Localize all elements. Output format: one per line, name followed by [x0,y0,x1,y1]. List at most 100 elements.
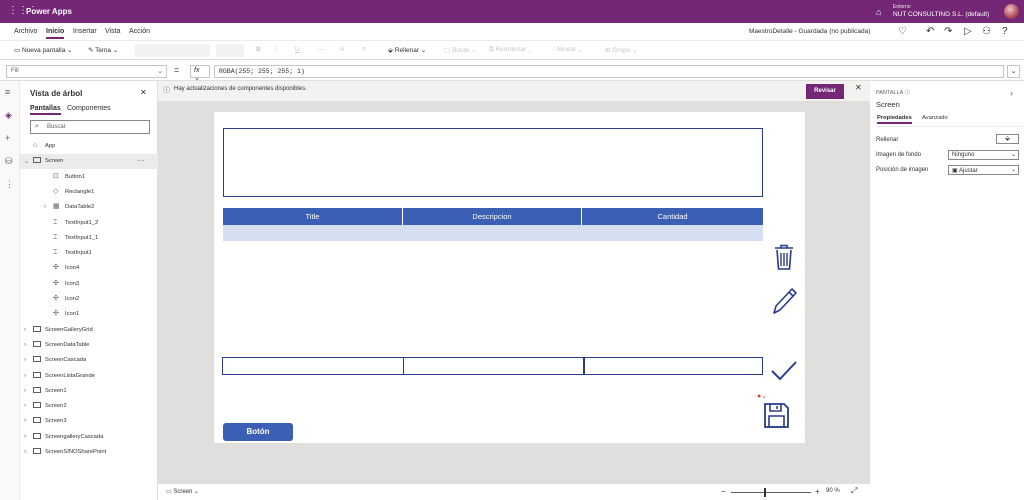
font-color-icon[interactable]: A [340,46,344,53]
tree-node[interactable]: ✣ Icon1 [20,307,158,322]
menu-archivo[interactable]: Archivo [14,28,37,35]
textinput1-1[interactable] [403,357,584,375]
chevron-right-icon[interactable]: › [24,342,26,348]
datatable-header[interactable]: Title Descripcion Cantidad [223,208,763,225]
tree-node[interactable]: ⌂ App [20,139,158,154]
property-dropdown[interactable]: Fill ⌄ [6,65,167,78]
tree-node[interactable]: ⊡ Button1 [20,170,158,185]
trash-icon[interactable] [773,244,795,271]
redo-icon[interactable]: ↷ [944,26,952,37]
zoom-in-icon[interactable]: + [815,487,820,496]
search-input[interactable]: ⌕ Buscar [30,120,150,134]
new-screen-button[interactable]: ▭ Nueva pantalla ⌄ [14,46,73,54]
button1[interactable]: Botón [223,423,293,441]
tree-node[interactable]: ⌶ TextInput1_2 [20,216,158,231]
textinput1-2[interactable] [584,357,763,375]
tab-propiedades[interactable]: Propiedades [877,115,912,124]
expand-formula-icon[interactable]: ⌄ [1007,65,1020,78]
app-screen[interactable]: Title Descripcion Cantidad ●⌄ Botón [214,112,805,443]
fill-button[interactable]: ⬙ Rellenar ⌄ [388,46,426,54]
chevron-down-icon[interactable]: ⌄ [24,158,29,165]
tree-node[interactable]: › ScreenListaGrande [20,369,158,384]
collapse-panel-icon[interactable]: › [1010,88,1013,98]
fit-to-window-icon[interactable]: ⤢ [851,486,857,496]
tree-node[interactable]: ✣ Icon2 [20,292,158,307]
chevron-right-icon[interactable]: › [24,418,26,424]
tree-node[interactable]: › Screen3 [20,414,158,429]
tree-node[interactable]: ✣ Icon4 [20,261,158,276]
review-button[interactable]: Revisar [806,84,844,99]
tree-node[interactable]: ⌶ TextInput1 [20,246,158,261]
app-checker-icon[interactable]: ♡ [898,26,907,37]
underline-icon[interactable]: U [295,46,300,53]
textinput1[interactable] [222,357,405,375]
tree-node[interactable]: › ScreenDataTable [20,338,158,353]
group-button[interactable]: ⊞ Grupo ⌄ [605,46,638,54]
tree-node[interactable]: › ScreenCascada [20,353,158,368]
tree-view-icon[interactable]: ◈ [5,110,12,121]
edit-icon[interactable] [771,286,799,316]
tree-node[interactable]: › ▦ DataTable2 [20,200,158,215]
tab-componentes[interactable]: Componentes [67,105,111,112]
help-icon[interactable]: ? [1002,26,1008,37]
rectangle1[interactable] [223,128,763,197]
data-icon[interactable]: ⛁ [5,156,13,167]
tree-node[interactable]: › Screen2 [20,399,158,414]
chevron-right-icon[interactable]: › [24,357,26,363]
tree-node[interactable]: › ScreenGalleryGrid [20,323,158,338]
formula-input[interactable]: RGBA(255; 255; 255; 1) [214,65,1004,78]
tab-pantallas[interactable]: Pantallas [30,105,61,115]
tree-node[interactable]: › ScreengalleryCascada [20,430,158,445]
zoom-slider-thumb[interactable] [764,488,766,497]
bg-image-dropdown[interactable]: Ninguno ⌄ [948,150,1019,160]
theme-button[interactable]: ✎ Tema ⌄ [88,46,118,54]
image-position-dropdown[interactable]: ▣ Ajustar ⌄ [948,165,1019,175]
close-icon[interactable]: ✕ [140,88,147,97]
font-size-dropdown[interactable] [216,44,244,57]
chevron-right-icon[interactable]: › [24,449,26,455]
save-icon[interactable] [763,402,790,429]
variables-icon[interactable]: ⋮ [5,179,14,190]
chevron-right-icon[interactable]: › [24,434,26,440]
warning-icon[interactable]: ●⌄ [757,392,767,400]
more-options-icon[interactable]: ··· [137,156,145,165]
tab-avanzado[interactable]: Avanzado [922,115,948,121]
chevron-right-icon[interactable]: › [24,388,26,394]
environment-name[interactable]: NUT CONSULTING S.L. (default) [893,11,989,18]
reorder-button[interactable]: ⧉ Reordenar ⌄ [489,46,531,54]
dismiss-icon[interactable]: ✕ [855,83,862,92]
chevron-right-icon[interactable]: › [24,327,26,333]
italic-icon[interactable]: / [275,46,277,53]
font-dropdown[interactable] [135,44,210,57]
bold-icon[interactable]: B [256,46,261,53]
tree-node[interactable]: ⌶ TextInput1_1 [20,231,158,246]
tree-node[interactable]: › Screen1 [20,384,158,399]
chevron-right-icon[interactable]: › [24,373,26,379]
chevron-right-icon[interactable]: › [44,204,46,210]
datatable-row[interactable] [223,225,763,241]
menu-vista[interactable]: Vista [105,28,120,35]
user-avatar[interactable] [1004,4,1019,19]
menu-insertar[interactable]: Insertar [73,28,97,35]
tree-node[interactable]: ◇ Rectangle1 [20,185,158,200]
fill-color-picker[interactable]: ⬙ [996,134,1019,144]
tree-node[interactable]: ⌄ Screen ··· [20,154,158,170]
play-icon[interactable]: ▷ [964,26,972,37]
align-button[interactable]: ⫶ Alinear ⌄ [553,46,582,54]
tree-node[interactable]: ✣ Icon3 [20,277,158,292]
undo-icon[interactable]: ↶ [926,26,934,37]
share-icon[interactable]: ⚇ [982,26,991,37]
menu-accion[interactable]: Acción [129,28,150,35]
chevron-right-icon[interactable]: › [24,403,26,409]
strikethrough-icon[interactable]: — [318,46,325,53]
border-button[interactable]: ▢ Borde ⌄ [444,46,477,54]
tree-node[interactable]: › ScreenSINOSharePoint [20,445,158,460]
zoom-slider[interactable] [731,492,811,493]
screen-selector[interactable]: ▭ Screen ⌄ [166,488,199,495]
menu-inicio[interactable]: Inicio [46,28,65,39]
menu-hamburger-icon[interactable]: ≡ [5,87,10,97]
zoom-out-icon[interactable]: − [721,487,726,496]
fx-button[interactable]: fx ⌄ [190,65,210,82]
insert-icon[interactable]: + [5,133,10,143]
check-icon[interactable] [770,360,798,382]
